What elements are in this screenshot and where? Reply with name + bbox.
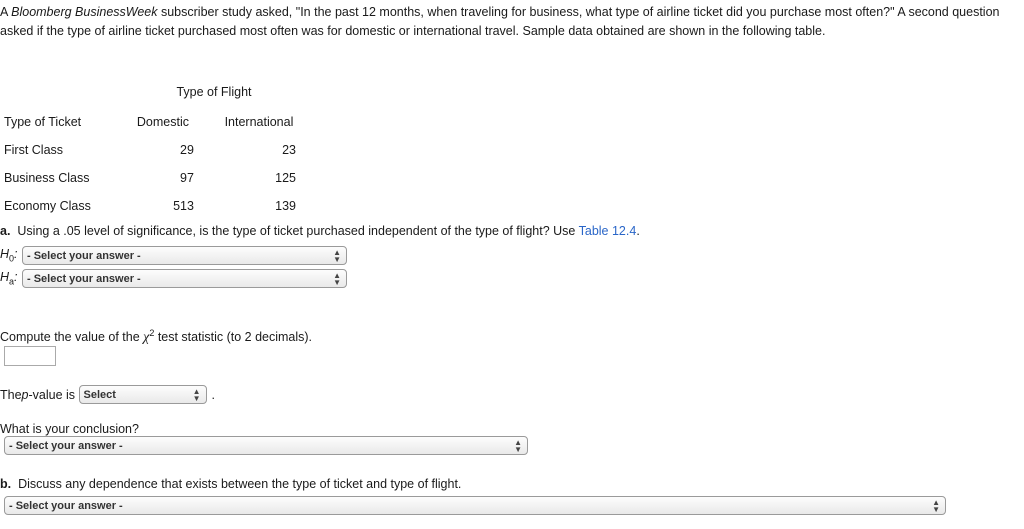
alternative-hypothesis-label: Ha: (0, 270, 22, 287)
part-b-select[interactable]: - Select your answer - (4, 496, 946, 515)
part-a-marker: a. (0, 224, 11, 238)
cell-economy-class-domestic: 513 (173, 199, 194, 213)
intro-paragraph: A Bloomberg BusinessWeek subscriber stud… (0, 3, 1024, 41)
chi-square-answer-input[interactable] (4, 346, 56, 366)
cell-first-class-international: 23 (282, 143, 296, 157)
part-b-question: b. Discuss any dependence that exists be… (0, 477, 461, 491)
table-row: Economy Class 513 139 (0, 192, 310, 220)
part-a-text: Using a .05 level of significance, is th… (17, 224, 579, 238)
part-b-text: Discuss any dependence that exists betwe… (18, 477, 462, 491)
null-hypothesis-select-wrapper[interactable]: - Select your answer - ▲ ▼ (22, 246, 347, 265)
table-column-header-row: Type of Ticket Domestic International (0, 108, 310, 136)
row-label-business-class: Business Class (4, 171, 90, 185)
span-header-type-of-flight: Type of Flight (176, 85, 252, 99)
conclusion-question: What is your conclusion? (0, 422, 139, 436)
ha-letter: H (0, 270, 10, 285)
table-12-4-link[interactable]: Table 12.4 (579, 224, 637, 238)
p-italic: p (21, 387, 29, 402)
p-value-prefix: The (0, 387, 22, 402)
row-label-first-class: First Class (4, 143, 64, 157)
null-hypothesis-label: H0: (0, 247, 22, 264)
table-span-header-row: Type of Flight (0, 78, 310, 108)
alternative-hypothesis-select[interactable]: - Select your answer - (22, 269, 347, 288)
cell-business-class-international: 125 (275, 171, 296, 185)
table-row: First Class 29 23 (0, 136, 310, 164)
contingency-table: Type of Flight Type of Ticket Domestic I… (0, 78, 310, 220)
table-row: Business Class 97 125 (0, 164, 310, 192)
null-hypothesis-select[interactable]: - Select your answer - (22, 246, 347, 265)
conclusion-select[interactable]: - Select your answer - (4, 436, 528, 455)
part-a-period: . (636, 224, 640, 238)
null-hypothesis-row: H0: - Select your answer - ▲ ▼ (0, 246, 347, 265)
p-value-row: The p -value is Select ▲ ▼ . (0, 385, 215, 404)
alternative-hypothesis-row: Ha: - Select your answer - ▲ ▼ (0, 269, 347, 288)
h0-colon: : (14, 247, 18, 262)
part-b-select-wrapper[interactable]: - Select your answer - ▲ ▼ (4, 496, 946, 515)
data-table-container: Type of Flight Type of Ticket Domestic I… (0, 78, 330, 220)
cell-business-class-domestic: 97 (180, 171, 194, 185)
chi-question-after: test statistic (to 2 decimals). (154, 330, 313, 345)
chi-square-question: Compute the value of the χ2 test statist… (0, 328, 312, 346)
conclusion-select-wrapper[interactable]: - Select your answer - ▲ ▼ (4, 436, 528, 455)
ha-colon: : (14, 270, 18, 285)
p-value-select[interactable]: Select (78, 385, 207, 404)
column-header-domestic: Domestic (136, 115, 189, 129)
empty-corner-cell (0, 78, 118, 108)
part-b-marker: b. (0, 477, 12, 491)
publication-name: Bloomberg BusinessWeek (11, 5, 158, 19)
part-a-question: a. Using a .05 level of significance, is… (0, 224, 640, 238)
cell-economy-class-international: 139 (275, 199, 296, 213)
p-value-select-wrapper[interactable]: Select ▲ ▼ (78, 385, 207, 404)
intro-text-start: A (0, 5, 12, 19)
p-value-suffix-text: -value is (28, 387, 76, 402)
conclusion-select-inner[interactable]: - Select your answer - ▲ ▼ (4, 436, 528, 455)
p-value-period: . (211, 387, 216, 402)
part-b-select-inner[interactable]: - Select your answer - ▲ ▼ (4, 496, 946, 515)
column-header-international: International (224, 115, 294, 129)
chi-question-before: Compute the value of the (0, 330, 144, 345)
cell-first-class-domestic: 29 (180, 143, 194, 157)
row-label-economy-class: Economy Class (4, 199, 91, 213)
alternative-hypothesis-select-wrapper[interactable]: - Select your answer - ▲ ▼ (22, 269, 347, 288)
row-header-type-of-ticket: Type of Ticket (4, 115, 82, 129)
h0-letter: H (0, 247, 10, 262)
